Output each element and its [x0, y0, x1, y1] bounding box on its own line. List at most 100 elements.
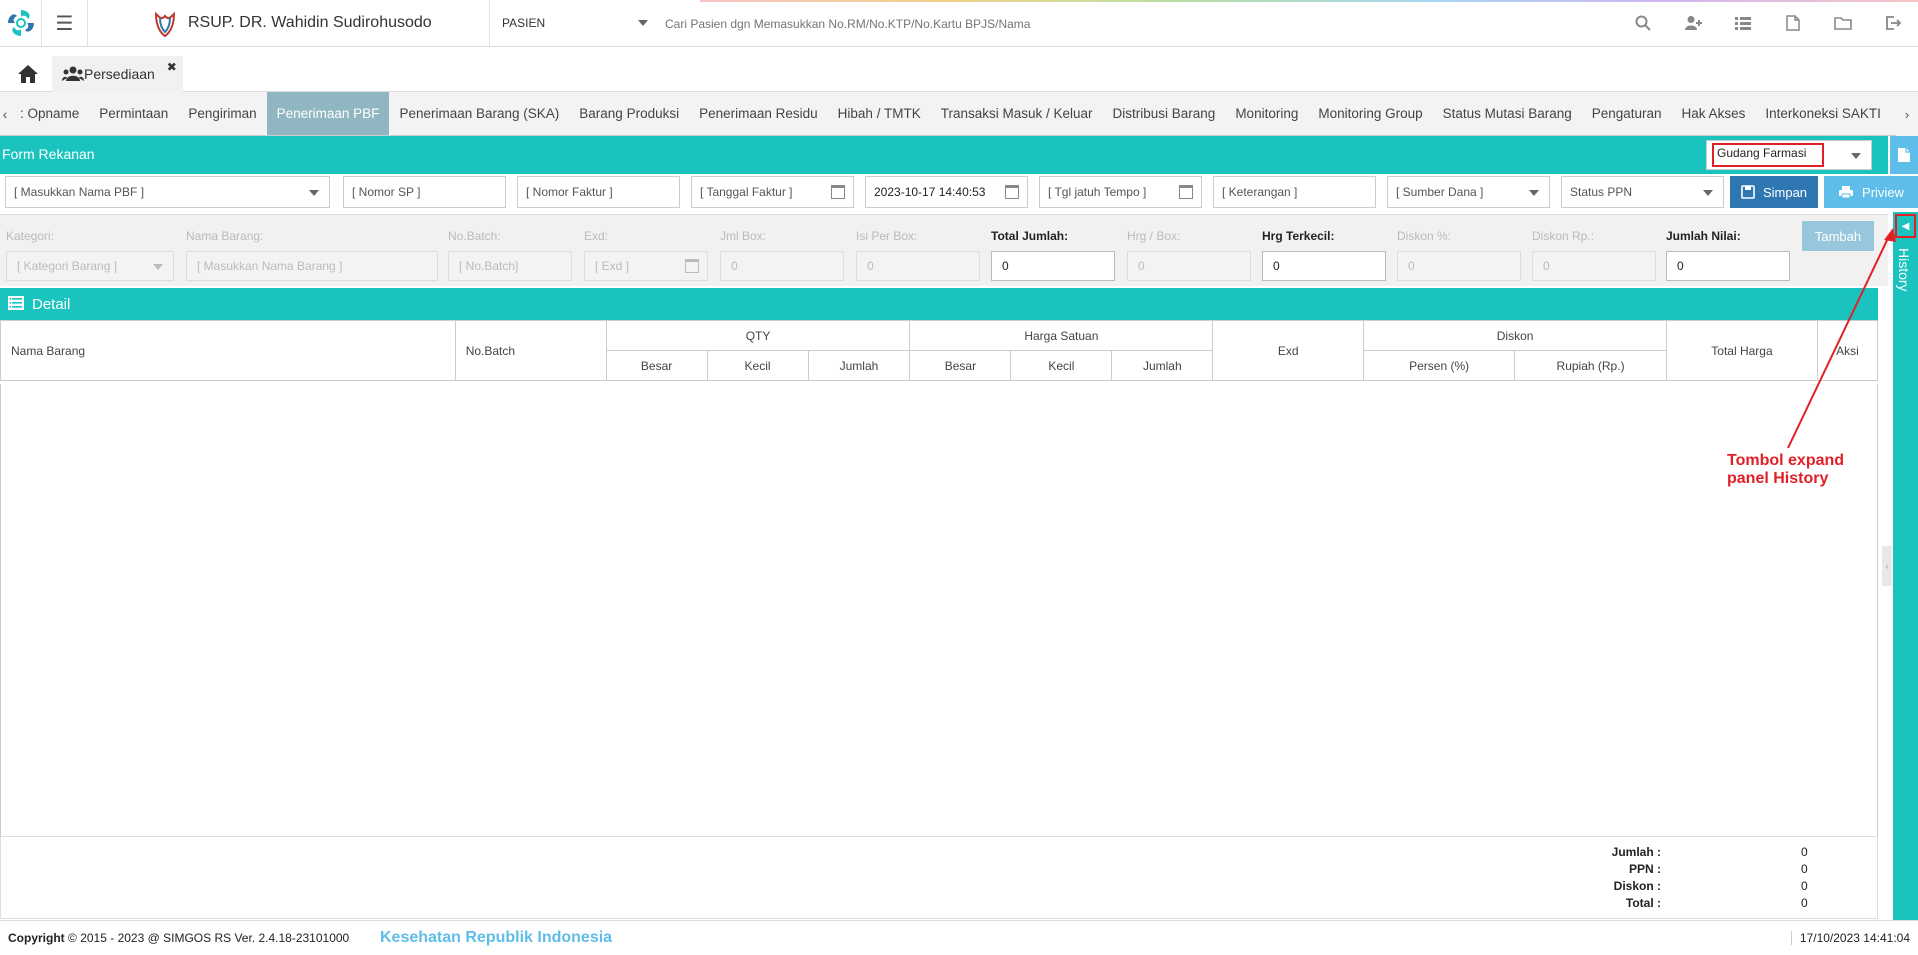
status-ppn-select[interactable]: Status PPN	[1561, 176, 1724, 208]
annotation-text: Tombol expand panel History	[1727, 452, 1844, 488]
sumber-dana-select[interactable]: [ Sumber Dana ]	[1387, 176, 1550, 208]
nav-item-permintaan[interactable]: Permintaan	[89, 92, 178, 135]
calendar-icon[interactable]	[1179, 185, 1193, 199]
simgos-logo-icon	[7, 10, 34, 36]
nama-barang-input[interactable]: [ Masukkan Nama Barang ]	[186, 251, 438, 281]
hamburger-menu-icon[interactable]: ☰	[42, 0, 88, 46]
tgl-jatuh-tempo-placeholder: [ Tgl jatuh Tempo ]	[1048, 185, 1147, 199]
annotation-arrow	[1787, 228, 1896, 449]
mode-select[interactable]: PASIEN	[490, 0, 660, 46]
nomor-sp-input[interactable]: [ Nomor SP ]	[343, 176, 506, 208]
nav-item-monitoring-group[interactable]: Monitoring Group	[1308, 92, 1432, 135]
nav-item-interkoneksi-sakti[interactable]: Interkoneksi SAKTI	[1755, 92, 1891, 135]
nav-item-pengiriman[interactable]: Pengiriman	[178, 92, 266, 135]
patient-search-input[interactable]	[665, 12, 1065, 36]
tanggal-input[interactable]: 2023-10-17 14:40:53	[865, 176, 1028, 208]
annotation-line-2: panel History	[1727, 470, 1829, 487]
calendar-icon[interactable]	[685, 259, 699, 273]
nav-item-status-mutasi-barang[interactable]: Status Mutasi Barang	[1433, 92, 1582, 135]
nav-item-hak-akses[interactable]: Hak Akses	[1672, 92, 1756, 135]
exd-input[interactable]: [ Exd ]	[584, 251, 708, 281]
nav-item-penerimaan-pbf[interactable]: Penerimaan PBF	[266, 92, 390, 135]
add-user-icon[interactable]	[1668, 0, 1718, 46]
gudang-select[interactable]: Gudang Farmasi	[1706, 140, 1872, 170]
nav-item-opname[interactable]: : Opname	[10, 92, 89, 135]
save-icon	[1741, 185, 1755, 199]
col-qty: QTY	[605, 320, 911, 351]
nav-item-pengaturan[interactable]: Pengaturan	[1582, 92, 1672, 135]
totals-jumlah-value: 0	[1801, 845, 1808, 859]
nav-item-penerimaan-barang-ska[interactable]: Penerimaan Barang (SKA)	[389, 92, 569, 135]
tab-persediaan[interactable]: Persediaan ✖	[52, 56, 183, 92]
total-jumlah-input[interactable]: 0	[991, 251, 1115, 281]
hospital-emblem-icon	[154, 11, 176, 38]
diskon-pct-input[interactable]: 0	[1397, 251, 1521, 281]
close-icon[interactable]: ✖	[167, 60, 177, 74]
pbf-select[interactable]: [ Masukkan Nama PBF ]	[5, 176, 330, 208]
no-batch-label: No.Batch:	[448, 229, 501, 243]
list-icon[interactable]	[1718, 0, 1768, 46]
col-diskon-persen: Persen (%)	[1363, 350, 1516, 381]
col-nama-barang: Nama Barang	[0, 320, 456, 381]
document-icon[interactable]	[1890, 136, 1918, 174]
jumlah-nilai-value: 0	[1677, 259, 1684, 273]
hrg-terkecil-input[interactable]: 0	[1262, 251, 1386, 281]
isi-per-box-value: 0	[867, 259, 874, 273]
sumber-dana-placeholder: [ Sumber Dana ]	[1396, 185, 1484, 199]
pbf-select-placeholder: [ Masukkan Nama PBF ]	[14, 185, 145, 199]
tgl-jatuh-tempo-input[interactable]: [ Tgl jatuh Tempo ]	[1039, 176, 1202, 208]
detail-table-body	[0, 384, 1878, 836]
diskon-rp-input[interactable]: 0	[1532, 251, 1656, 281]
kategori-select[interactable]: [ Kategori Barang ]	[6, 251, 174, 281]
no-batch-input[interactable]: [ No.Batch]	[448, 251, 572, 281]
totals-ppn-value: 0	[1801, 862, 1808, 876]
chevron-right-icon[interactable]: ›	[1896, 92, 1918, 136]
nav-item-transaksi-masuk-keluar[interactable]: Transaksi Masuk / Keluar	[931, 92, 1103, 135]
calendar-icon[interactable]	[831, 185, 845, 199]
footer-timestamp: 17/10/2023 14:41:04	[1790, 931, 1910, 945]
app-logo[interactable]	[0, 0, 42, 46]
simpan-label: Simpan	[1762, 184, 1808, 200]
chevron-left-icon[interactable]: ‹	[0, 92, 10, 135]
nav-item-distribusi-barang[interactable]: Distribusi Barang	[1103, 92, 1226, 135]
col-harga-besar: Besar	[909, 350, 1012, 381]
panel-resize-handle[interactable]: ‹	[1882, 546, 1892, 586]
copyright: Copyright © 2015 - 2023 @ SIMGOS RS Ver.…	[8, 931, 349, 945]
nomor-faktur-input[interactable]: [ Nomor Faktur ]	[517, 176, 680, 208]
diskon-pct-label: Diskon %:	[1397, 229, 1452, 243]
tanggal-faktur-placeholder: [ Tanggal Faktur ]	[700, 185, 793, 199]
nav-item-penerimaan-residu[interactable]: Penerimaan Residu	[689, 92, 828, 135]
jumlah-nilai-input[interactable]: 0	[1666, 251, 1790, 281]
gudang-select-value: Gudang Farmasi	[1712, 143, 1824, 167]
chevron-down-icon	[1851, 153, 1861, 159]
folder-icon[interactable]	[1818, 0, 1868, 46]
home-icon[interactable]	[10, 59, 46, 89]
footer: Copyright © 2015 - 2023 @ SIMGOS RS Ver.…	[0, 920, 1918, 955]
status-ppn-placeholder: Status PPN	[1570, 185, 1633, 199]
isi-per-box-input[interactable]: 0	[856, 251, 980, 281]
kategori-placeholder: [ Kategori Barang ]	[17, 259, 118, 273]
jumlah-nilai-label: Jumlah Nilai:	[1666, 229, 1741, 243]
jml-box-input[interactable]: 0	[720, 251, 844, 281]
chevron-down-icon	[1703, 190, 1713, 196]
priview-button[interactable]: Priview	[1824, 176, 1918, 208]
exd-placeholder: [ Exd ]	[595, 259, 630, 273]
col-no-batch: No.Batch	[454, 320, 607, 381]
keterangan-input[interactable]: [ Keterangan ]	[1213, 176, 1376, 208]
nav-item-barang-produksi[interactable]: Barang Produksi	[569, 92, 689, 135]
hrg-box-input[interactable]: 0	[1127, 251, 1251, 281]
detail-title: Detail	[32, 295, 71, 313]
nav-item-monitoring[interactable]: Monitoring	[1225, 92, 1308, 135]
exd-label: Exd:	[584, 229, 609, 243]
pdf-icon[interactable]	[1768, 0, 1818, 46]
col-exd: Exd	[1212, 320, 1365, 381]
simpan-button[interactable]: Simpan	[1730, 176, 1818, 208]
totals-jumlah-label: Jumlah :	[1611, 845, 1661, 859]
tanggal-faktur-input[interactable]: [ Tanggal Faktur ]	[691, 176, 854, 208]
nama-barang-placeholder: [ Masukkan Nama Barang ]	[197, 259, 343, 273]
calendar-icon[interactable]	[1005, 185, 1019, 199]
users-icon	[62, 66, 84, 81]
search-icon[interactable]	[1618, 0, 1668, 46]
nav-item-hibah-tmtk[interactable]: Hibah / TMTK	[828, 92, 931, 135]
logout-icon[interactable]	[1868, 0, 1918, 46]
